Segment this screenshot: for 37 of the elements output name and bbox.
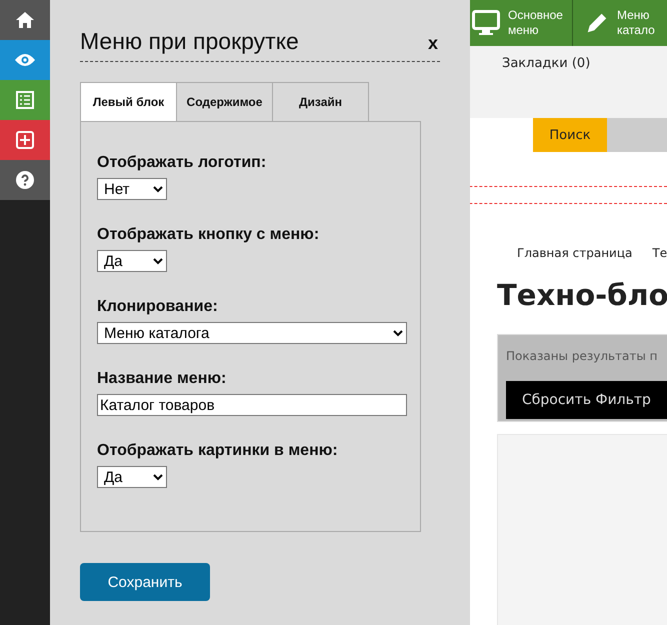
- field-label: Название меню:: [97, 370, 226, 388]
- close-button[interactable]: x: [428, 33, 438, 54]
- sidebar-button[interactable]: [0, 160, 50, 200]
- sidebar-button[interactable]: [0, 0, 50, 40]
- field-label: Отображать логотип:: [97, 154, 266, 172]
- dropdown[interactable]: Да: [97, 250, 167, 272]
- input-field[interactable]: Каталог товаров: [97, 394, 407, 416]
- dropdown[interactable]: Да: [97, 466, 167, 488]
- sidebar-button[interactable]: [0, 80, 50, 120]
- tab[interactable]: Левый блок: [80, 82, 176, 121]
- pencil-icon: [585, 11, 609, 35]
- sidebar-button[interactable]: [0, 40, 50, 80]
- page-heading: Техно-бло: [497, 278, 667, 312]
- header-bar: [607, 118, 667, 152]
- filter-text: Показаны результаты п: [506, 349, 659, 363]
- home-icon: [15, 11, 35, 29]
- sidebar-button[interactable]: [0, 120, 50, 160]
- tab[interactable]: Дизайн: [272, 82, 369, 121]
- dropdown[interactable]: Нет: [97, 178, 167, 200]
- eye-icon: [14, 53, 36, 67]
- breadcrumb[interactable]: Главная страница: [517, 246, 632, 260]
- dialog-title: Меню при прокрутке: [80, 28, 299, 55]
- field-label: Отображать картинки в меню:: [97, 442, 338, 460]
- plus-icon: [16, 131, 34, 149]
- field-label: Отображать кнопку с меню:: [97, 226, 320, 244]
- toolbar-button[interactable]: Меню катало: [573, 0, 655, 46]
- search-button[interactable]: Поиск: [533, 118, 607, 152]
- nav-link[interactable]: Закладки (0): [502, 56, 590, 71]
- monitor-icon: [472, 10, 500, 36]
- save-button[interactable]: Сохранить: [80, 563, 210, 601]
- help-icon: [16, 171, 34, 189]
- list-icon: [16, 91, 34, 109]
- dropdown[interactable]: Меню каталога: [97, 322, 407, 344]
- tab[interactable]: Содержимое: [176, 82, 272, 121]
- breadcrumb[interactable]: Те: [652, 246, 667, 260]
- reset-filter-button[interactable]: Сбросить Фильтр: [506, 381, 667, 419]
- field-label: Клонирование:: [97, 298, 218, 316]
